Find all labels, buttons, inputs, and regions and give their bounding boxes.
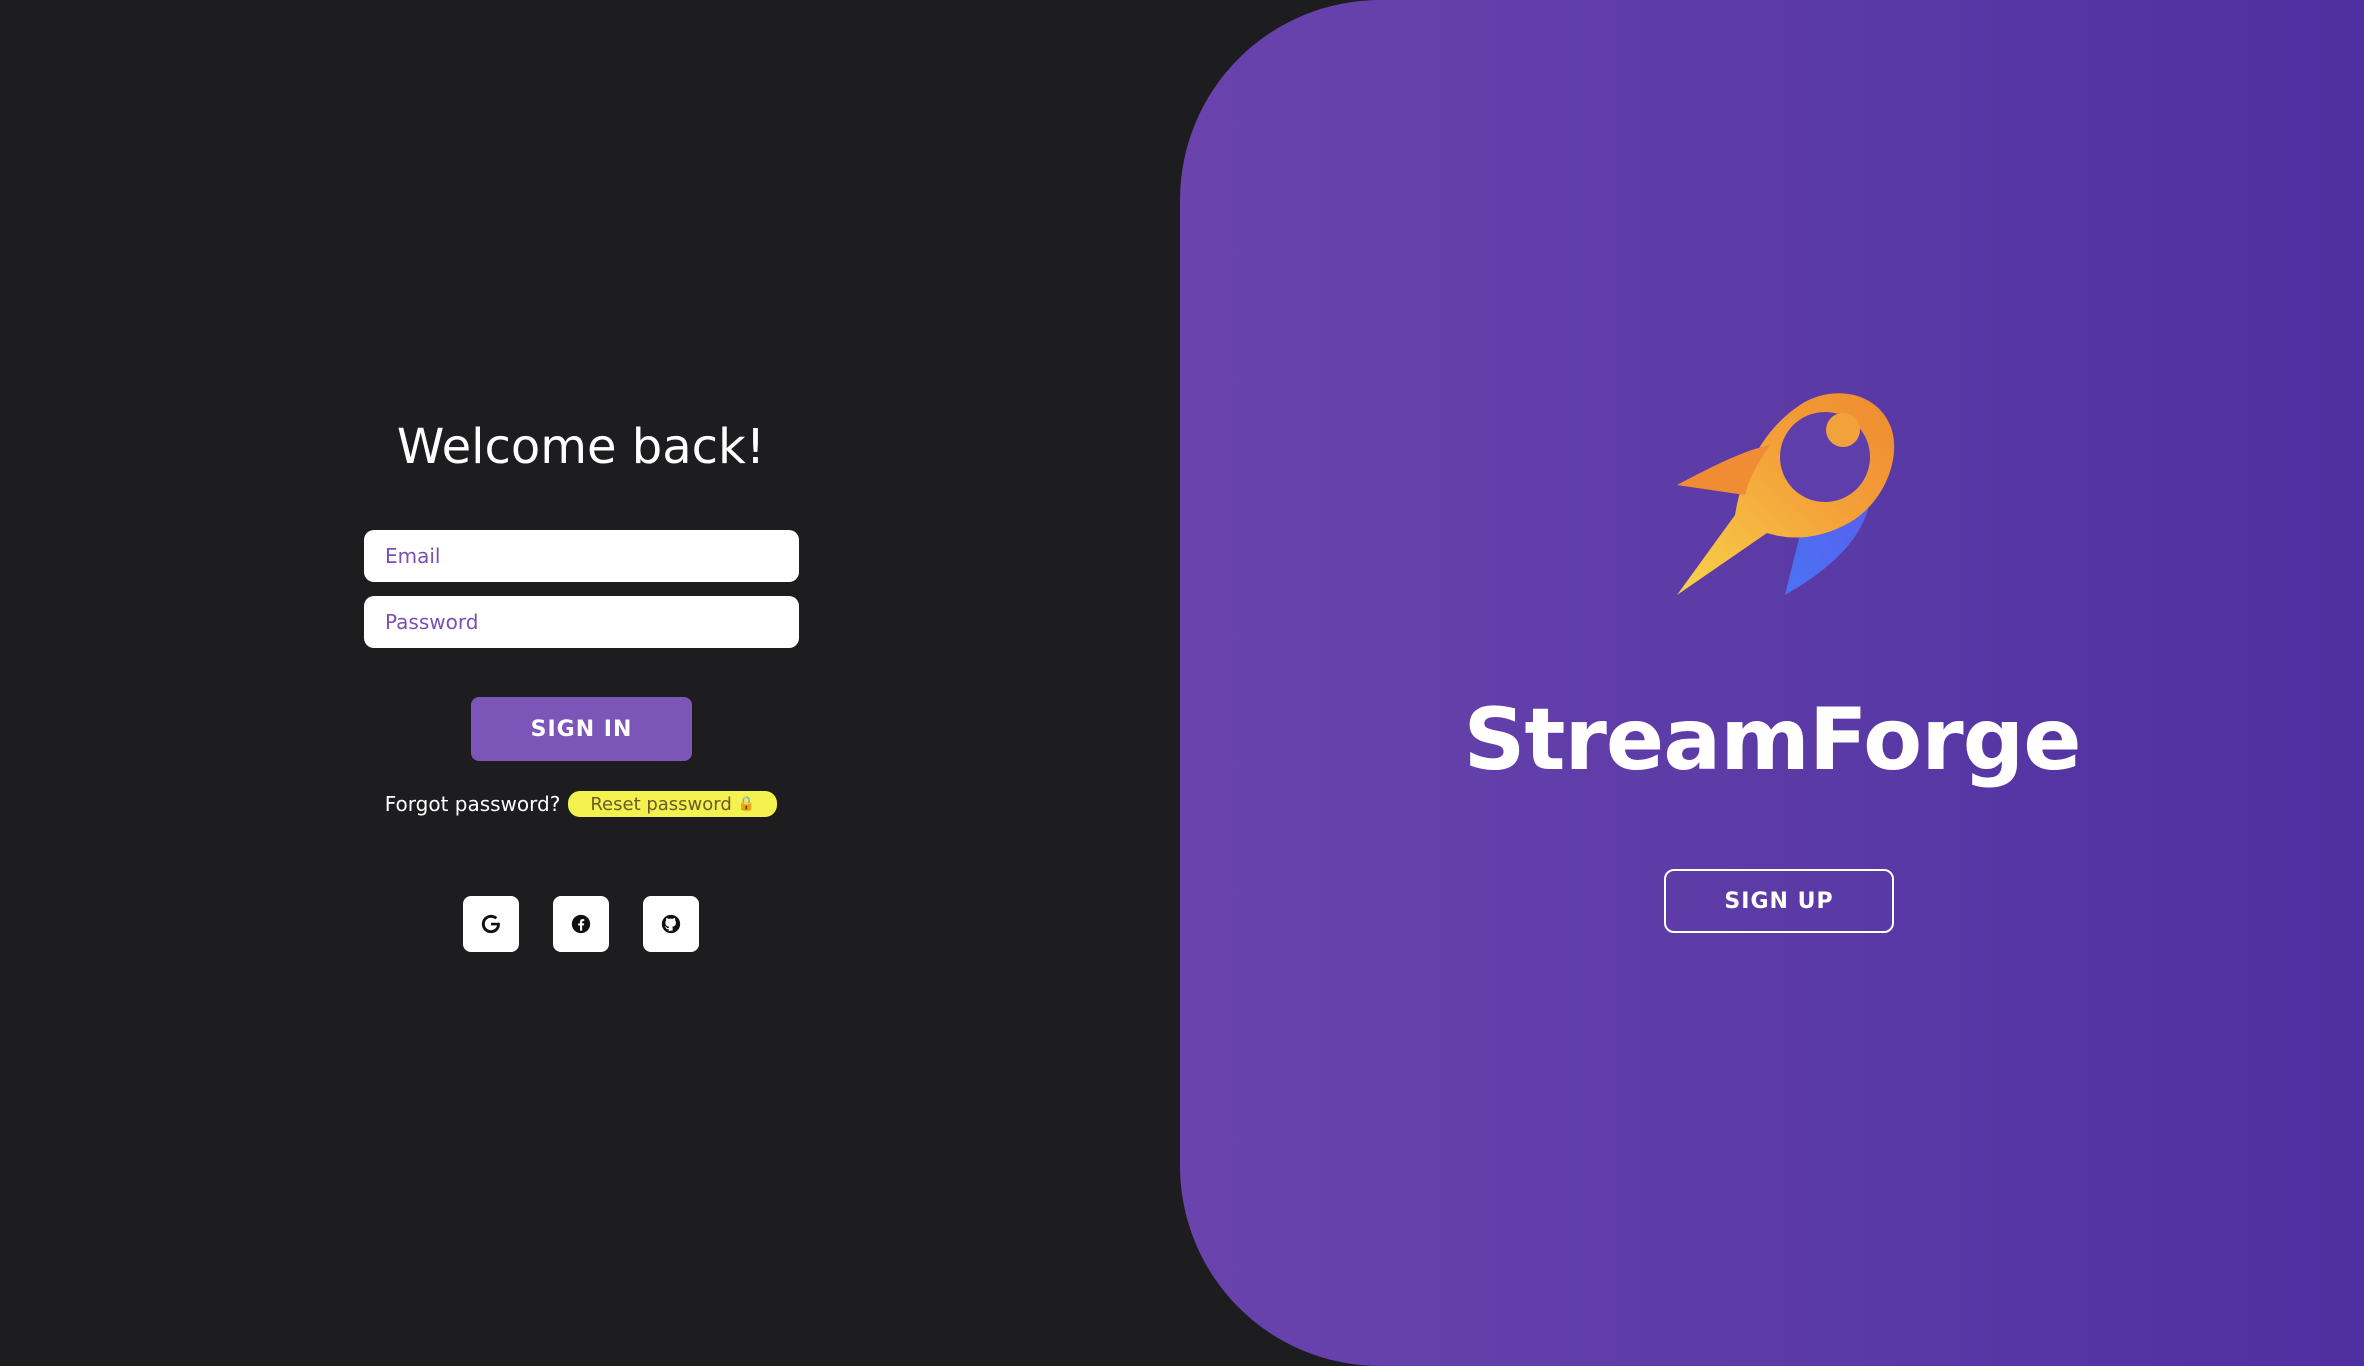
sign-up-button[interactable]: SIGN UP [1664, 869, 1894, 933]
lock-icon: 🔒 [737, 796, 756, 812]
reset-password-label: Reset password [590, 793, 732, 815]
github-icon [661, 914, 681, 934]
google-login-button[interactable] [463, 896, 519, 952]
forgot-password-row: Forgot password? Reset password 🔒 [0, 790, 1162, 818]
facebook-icon [571, 914, 591, 934]
google-icon [481, 914, 500, 934]
email-field[interactable] [364, 530, 799, 582]
sign-in-page: Welcome back! SIGN IN Forgot password? R… [0, 0, 2364, 1366]
github-login-button[interactable] [643, 896, 699, 952]
brand-name: StreamForge [1463, 690, 2081, 790]
reset-password-link[interactable]: Reset password 🔒 [568, 791, 778, 817]
password-field[interactable] [364, 596, 799, 648]
sign-in-button[interactable]: SIGN IN [471, 697, 692, 761]
brand-panel: StreamForge SIGN UP [1180, 0, 2364, 1366]
rocket-logo-icon [1677, 393, 1895, 595]
facebook-login-button[interactable] [553, 896, 609, 952]
login-panel: Welcome back! SIGN IN Forgot password? R… [0, 0, 1180, 1366]
forgot-password-text: Forgot password? [384, 792, 561, 816]
welcome-heading: Welcome back! [396, 419, 766, 475]
